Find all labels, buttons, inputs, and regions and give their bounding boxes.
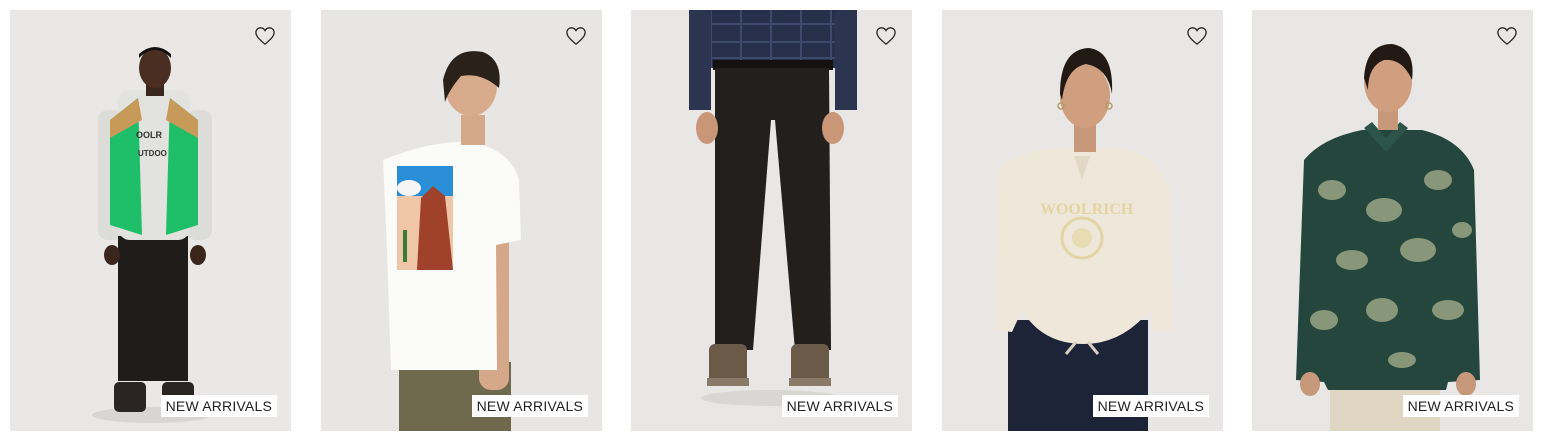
new-arrivals-badge: NEW ARRIVALS bbox=[1402, 395, 1519, 417]
product-card[interactable]: NEW ARRIVALS bbox=[631, 10, 912, 431]
new-arrivals-badge: NEW ARRIVALS bbox=[160, 395, 277, 417]
product-image[interactable] bbox=[1252, 10, 1533, 431]
product-grid: OOLR UTDOO NEW ARRIVALS NEW ARRIVALS NEW… bbox=[0, 0, 1544, 440]
product-card[interactable]: NEW ARRIVALS bbox=[321, 10, 602, 431]
new-arrivals-badge: NEW ARRIVALS bbox=[471, 395, 588, 417]
product-image[interactable] bbox=[631, 10, 912, 431]
svg-text:OOLR: OOLR bbox=[136, 130, 162, 140]
svg-text:UTDOO: UTDOO bbox=[138, 149, 167, 158]
wishlist-heart-icon[interactable] bbox=[1185, 24, 1209, 48]
wishlist-heart-icon[interactable] bbox=[564, 24, 588, 48]
wishlist-heart-icon[interactable] bbox=[874, 24, 898, 48]
product-image[interactable]: OOLR UTDOO bbox=[10, 10, 291, 431]
svg-text:WOOLRICH: WOOLRICH bbox=[1040, 201, 1134, 218]
product-card[interactable]: OOLR UTDOO NEW ARRIVALS bbox=[10, 10, 291, 431]
product-image[interactable]: WOOLRICH bbox=[942, 10, 1223, 431]
wishlist-heart-icon[interactable] bbox=[253, 24, 277, 48]
new-arrivals-badge: NEW ARRIVALS bbox=[781, 395, 898, 417]
product-image[interactable] bbox=[321, 10, 602, 431]
wishlist-heart-icon[interactable] bbox=[1495, 24, 1519, 48]
product-card[interactable]: WOOLRICH NEW ARRIVALS bbox=[942, 10, 1223, 431]
product-card[interactable]: NEW ARRIVALS bbox=[1252, 10, 1533, 431]
new-arrivals-badge: NEW ARRIVALS bbox=[1092, 395, 1209, 417]
